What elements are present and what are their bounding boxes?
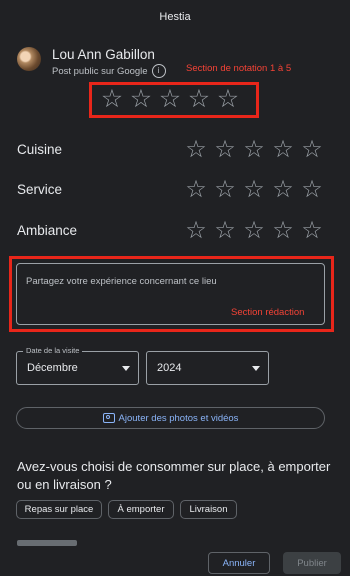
rating-annotation: Section de notation 1 à 5 [186,63,292,74]
ambiance-star-3-icon[interactable]: ☆ [242,219,266,243]
option-chip-takeaway[interactable]: À emporter [108,500,174,519]
cuisine-star-4-icon[interactable]: ☆ [271,138,295,162]
category-label-service: Service [17,182,63,197]
overall-star-2-icon[interactable]: ☆ [128,87,154,112]
cuisine-star-5-icon[interactable]: ☆ [300,138,324,162]
option-chip-dine-in[interactable]: Repas sur place [16,500,102,519]
post-visibility: Post public sur Google i [52,64,166,78]
overall-star-4-icon[interactable]: ☆ [186,87,212,112]
user-name: Lou Ann Gabillon [52,47,155,62]
dining-question: Avez-vous choisi de consommer sur place,… [17,459,331,492]
add-photo-icon [102,413,115,423]
cuisine-star-2-icon[interactable]: ☆ [213,138,237,162]
info-icon[interactable]: i [151,64,166,78]
add-media-button[interactable]: Ajouter des photos et vidéos [16,407,325,429]
service-star-4-icon[interactable]: ☆ [271,178,295,202]
next-question-fragment [17,540,77,546]
cancel-button[interactable]: Annuler [208,552,270,574]
app-title: Hestia [159,11,191,23]
service-star-5-icon[interactable]: ☆ [300,178,324,202]
writing-annotation: Section rédaction [231,307,305,318]
category-label-cuisine: Cuisine [17,142,63,157]
ambiance-star-1-icon[interactable]: ☆ [184,219,208,243]
service-star-3-icon[interactable]: ☆ [242,178,266,202]
avatar [17,47,41,71]
chevron-down-icon [122,366,130,371]
category-stars-service: ☆ ☆ ☆ ☆ ☆ [184,178,324,202]
post-visibility-label: Post public sur Google [52,65,148,77]
visit-month-select[interactable]: Date de la visite Décembre [16,346,139,385]
visit-date-label: Date de la visite [23,346,83,355]
ambiance-star-5-icon[interactable]: ☆ [300,219,324,243]
ambiance-star-2-icon[interactable]: ☆ [213,219,237,243]
overall-star-5-icon[interactable]: ☆ [215,87,241,112]
chevron-down-icon [252,366,260,371]
overall-star-1-icon[interactable]: ☆ [99,87,125,112]
cuisine-star-3-icon[interactable]: ☆ [242,138,266,162]
overall-rating-stars: ☆ ☆ ☆ ☆ ☆ [99,87,241,112]
review-placeholder: Partagez votre expérience concernant ce … [26,276,217,287]
category-label-ambiance: Ambiance [17,223,78,238]
visit-year-value: 2024 [157,362,182,374]
ambiance-star-4-icon[interactable]: ☆ [271,219,295,243]
category-stars-cuisine: ☆ ☆ ☆ ☆ ☆ [184,138,324,162]
visit-month-value: Décembre [27,362,78,374]
add-media-label: Ajouter des photos et vidéos [118,412,239,424]
option-chip-delivery[interactable]: Livraison [180,500,237,519]
overall-star-3-icon[interactable]: ☆ [157,87,183,112]
visit-year-select[interactable]: 2024 [146,351,269,385]
service-star-1-icon[interactable]: ☆ [184,178,208,202]
category-stars-ambiance: ☆ ☆ ☆ ☆ ☆ [184,219,324,243]
publish-button[interactable]: Publier [283,552,341,574]
service-star-2-icon[interactable]: ☆ [213,178,237,202]
cuisine-star-1-icon[interactable]: ☆ [184,138,208,162]
